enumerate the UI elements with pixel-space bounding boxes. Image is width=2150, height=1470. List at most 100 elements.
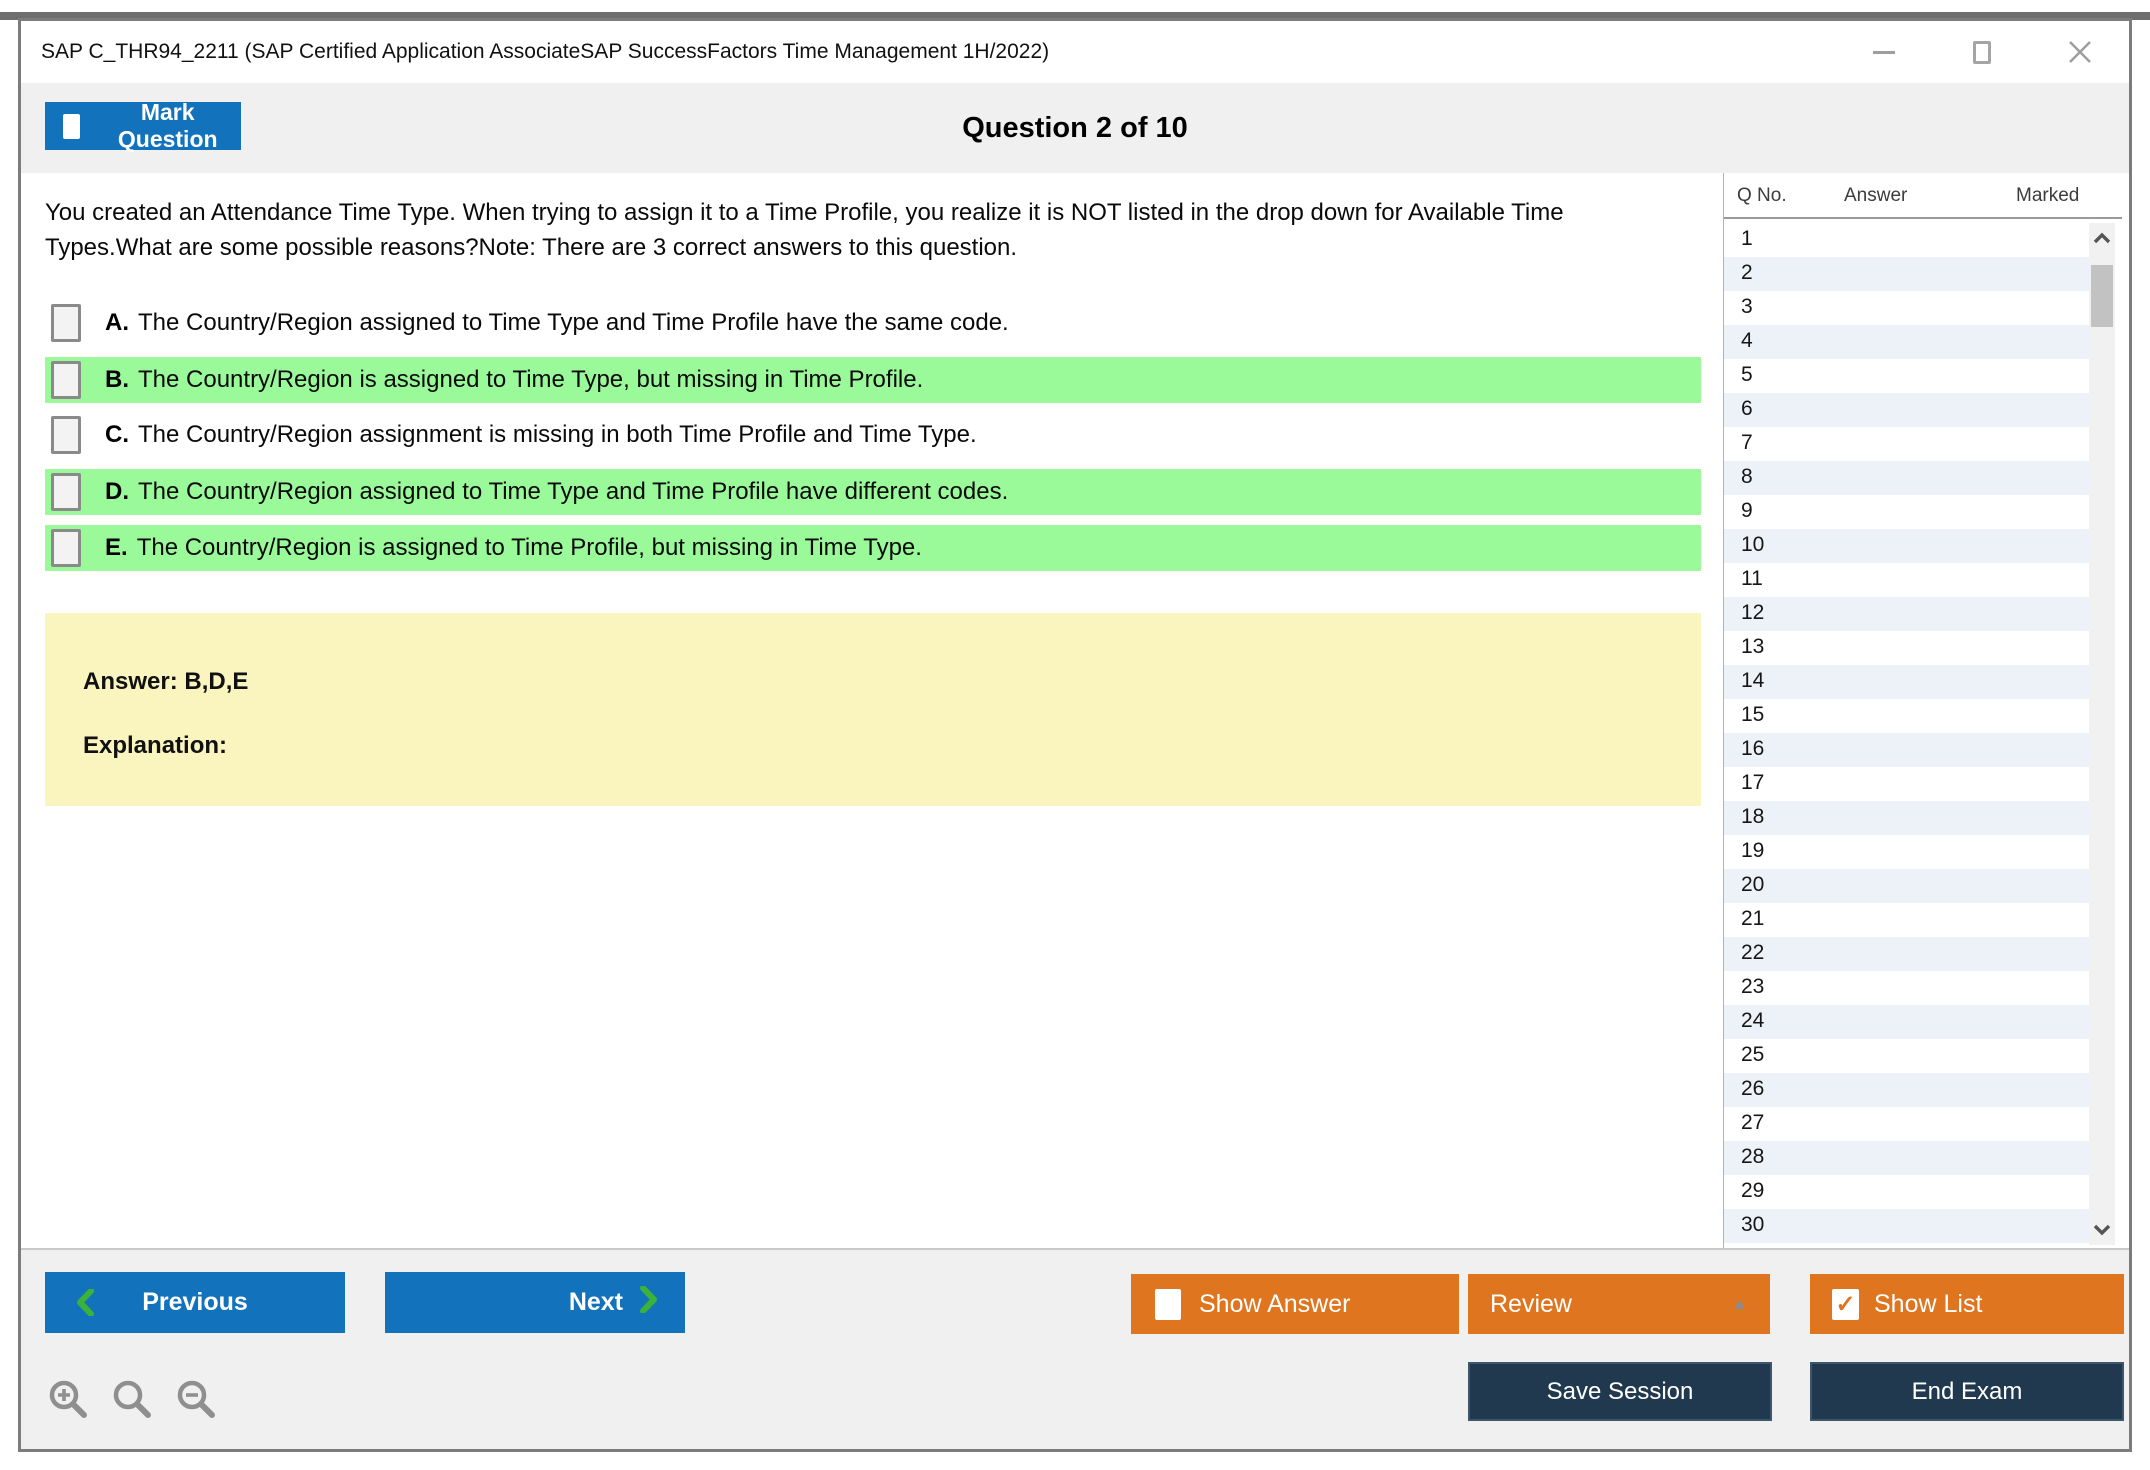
question-number: 4 <box>1741 329 1753 352</box>
question-header-bar: Mark Question Question 2 of 10 <box>21 83 2129 173</box>
question-number: 28 <box>1741 1145 1765 1168</box>
question-number: 25 <box>1741 1043 1765 1066</box>
question-list-row[interactable]: 15 <box>1724 699 2089 733</box>
zoom-reset-icon[interactable] <box>111 1378 153 1425</box>
question-text: You created an Attendance Time Type. Whe… <box>45 199 1564 261</box>
close-icon[interactable] <box>2067 39 2093 65</box>
question-list-row[interactable]: 17 <box>1724 767 2089 801</box>
question-number: 29 <box>1741 1179 1765 1202</box>
scroll-up-icon[interactable] <box>2089 223 2115 253</box>
save-session-button[interactable]: Save Session <box>1468 1362 1772 1421</box>
question-number: 21 <box>1741 907 1765 930</box>
zoom-out-icon[interactable] <box>175 1378 217 1425</box>
question-list-scrollbar[interactable] <box>2089 223 2115 1245</box>
answer-option-row[interactable]: E. The Country/Region is assigned to Tim… <box>45 525 1701 571</box>
option-checkbox[interactable] <box>51 473 81 511</box>
show-list-label: Show List <box>1874 1289 1983 1318</box>
end-exam-label: End Exam <box>1911 1377 2023 1405</box>
question-list-row[interactable]: 28 <box>1724 1141 2089 1175</box>
question-number: 26 <box>1741 1077 1765 1100</box>
answer-option-row[interactable]: A. The Country/Region assigned to Time T… <box>45 301 1701 345</box>
show-list-button[interactable]: ✓ Show List <box>1810 1274 2124 1334</box>
previous-button[interactable]: Previous <box>45 1272 345 1333</box>
option-letter: D. <box>105 478 129 505</box>
column-answer: Answer <box>1844 185 1908 206</box>
question-number: 27 <box>1741 1111 1765 1134</box>
question-list-row[interactable]: 24 <box>1724 1005 2089 1039</box>
question-list-row[interactable]: 25 <box>1724 1039 2089 1073</box>
question-number: 2 <box>1741 261 1753 284</box>
check-icon: ✓ <box>1835 1290 1856 1318</box>
option-text: The Country/Region assignment is missing… <box>138 421 977 448</box>
question-list-row[interactable]: 2 <box>1724 257 2089 291</box>
review-button[interactable]: Review ▲ <box>1468 1274 1770 1334</box>
question-list-row[interactable]: 16 <box>1724 733 2089 767</box>
question-number: 3 <box>1741 295 1753 318</box>
question-list-row[interactable]: 22 <box>1724 937 2089 971</box>
window-title: SAP C_THR94_2211 (SAP Certified Applicat… <box>41 40 1050 63</box>
question-list-row[interactable]: 30 <box>1724 1209 2089 1243</box>
question-list-row[interactable]: 20 <box>1724 869 2089 903</box>
question-number: 24 <box>1741 1009 1765 1032</box>
question-number: 10 <box>1741 533 1765 556</box>
chevron-right-icon <box>639 1284 659 1320</box>
question-number: 5 <box>1741 363 1753 386</box>
question-number: 7 <box>1741 431 1753 454</box>
question-list-row[interactable]: 9 <box>1724 495 2089 529</box>
question-number: 12 <box>1741 601 1765 624</box>
question-list-row[interactable]: 18 <box>1724 801 2089 835</box>
show-answer-checkbox[interactable] <box>1155 1288 1181 1320</box>
maximize-icon[interactable] <box>1969 39 1995 65</box>
question-list-panel: Q No. Answer Marked 1 2 3 4 5 6 7 8 9 10… <box>1723 173 2122 1248</box>
footer-bar: Previous Next Show Answer Review ▲ ✓ Sho… <box>21 1248 2129 1449</box>
question-list-row[interactable]: 26 <box>1724 1073 2089 1107</box>
option-text: The Country/Region assigned to Time Type… <box>138 478 1009 505</box>
option-letter: A. <box>105 309 129 336</box>
question-list-row[interactable]: 27 <box>1724 1107 2089 1141</box>
question-list-row[interactable]: 13 <box>1724 631 2089 665</box>
question-number: 9 <box>1741 499 1753 522</box>
question-list-row[interactable]: 1 <box>1724 223 2089 257</box>
answer-option-row[interactable]: C. The Country/Region assignment is miss… <box>45 413 1701 457</box>
show-answer-button[interactable]: Show Answer <box>1131 1274 1459 1334</box>
question-list-row[interactable]: 6 <box>1724 393 2089 427</box>
question-list-row[interactable]: 12 <box>1724 597 2089 631</box>
option-checkbox[interactable] <box>51 416 81 454</box>
zoom-in-icon[interactable] <box>47 1378 89 1425</box>
title-bar: SAP C_THR94_2211 (SAP Certified Applicat… <box>21 21 2129 83</box>
question-list-row[interactable]: 5 <box>1724 359 2089 393</box>
scrollbar-thumb[interactable] <box>2091 265 2113 327</box>
option-letter: B. <box>105 366 129 393</box>
previous-label: Previous <box>142 1288 248 1316</box>
question-list-row[interactable]: 4 <box>1724 325 2089 359</box>
column-qno: Q No. <box>1737 185 1787 206</box>
option-checkbox[interactable] <box>51 304 81 342</box>
question-list-row[interactable]: 29 <box>1724 1175 2089 1209</box>
scroll-down-icon[interactable] <box>2089 1215 2115 1245</box>
option-checkbox[interactable] <box>51 529 81 567</box>
question-number: 8 <box>1741 465 1753 488</box>
minimize-icon[interactable] <box>1871 39 1897 65</box>
question-list-row[interactable]: 10 <box>1724 529 2089 563</box>
question-number: 15 <box>1741 703 1765 726</box>
question-list-row[interactable]: 23 <box>1724 971 2089 1005</box>
option-text: The Country/Region assigned to Time Type… <box>138 309 1009 336</box>
question-number: 17 <box>1741 771 1765 794</box>
question-list-row[interactable]: 8 <box>1724 461 2089 495</box>
answer-option-row[interactable]: D. The Country/Region assigned to Time T… <box>45 469 1701 515</box>
question-number: 6 <box>1741 397 1753 420</box>
caret-up-icon: ▲ <box>1731 1294 1748 1313</box>
question-number: 11 <box>1741 567 1763 590</box>
option-checkbox[interactable] <box>51 361 81 399</box>
question-list-row[interactable]: 7 <box>1724 427 2089 461</box>
show-list-checkbox[interactable]: ✓ <box>1832 1288 1859 1320</box>
question-list-row[interactable]: 14 <box>1724 665 2089 699</box>
end-exam-button[interactable]: End Exam <box>1810 1362 2124 1421</box>
question-number: 30 <box>1741 1213 1765 1236</box>
question-list-row[interactable]: 21 <box>1724 903 2089 937</box>
question-list-row[interactable]: 11 <box>1724 563 2089 597</box>
next-button[interactable]: Next <box>385 1272 685 1333</box>
question-list-row[interactable]: 19 <box>1724 835 2089 869</box>
question-list-row[interactable]: 3 <box>1724 291 2089 325</box>
answer-option-row[interactable]: B. The Country/Region is assigned to Tim… <box>45 357 1701 403</box>
